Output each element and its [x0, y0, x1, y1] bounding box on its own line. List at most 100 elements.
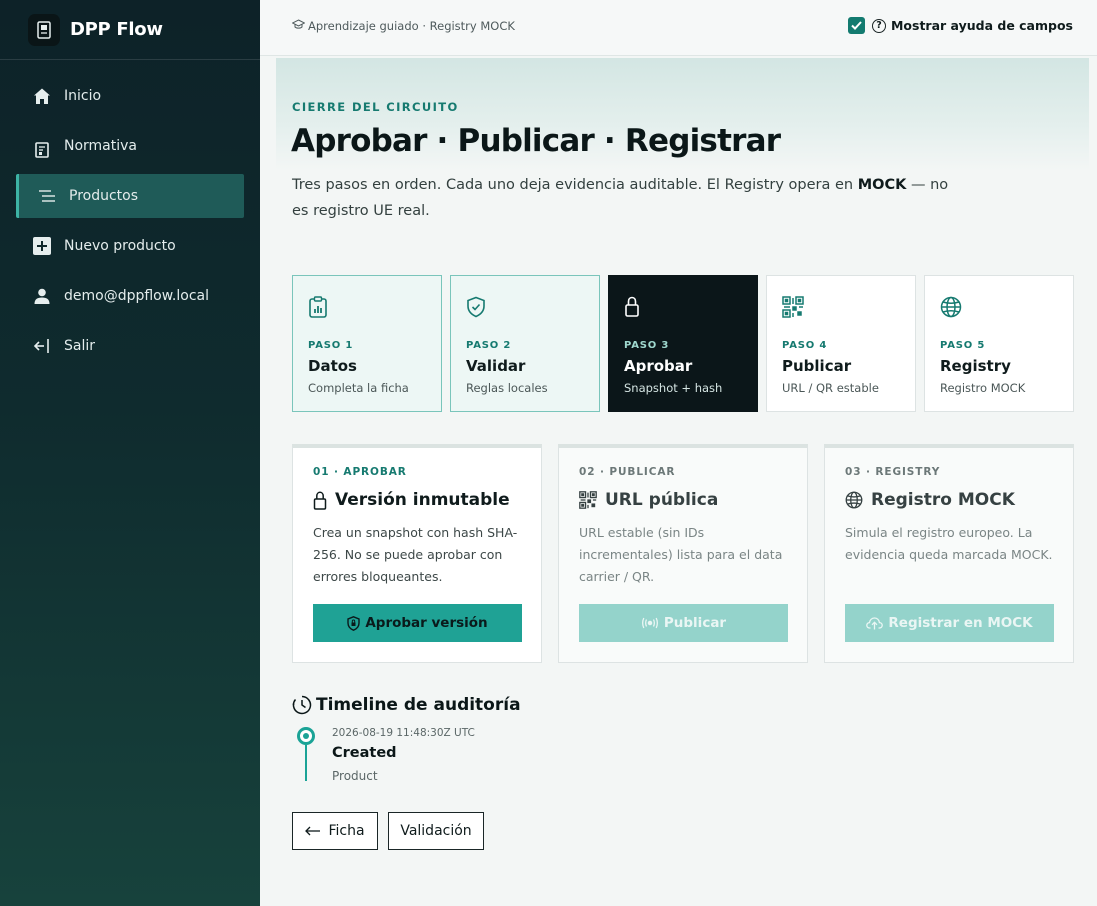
- topbar: Aprendizaje guiado · Registry MOCK ? Mos…: [260, 0, 1097, 56]
- card-title-text: Versión inmutable: [335, 490, 510, 510]
- step-number: PASO 4: [782, 340, 828, 351]
- hero-eyebrow: CIERRE DEL CIRCUITO: [292, 100, 459, 114]
- step-desc: Registro MOCK: [940, 381, 1026, 395]
- timeline-event-name: Created: [332, 745, 397, 761]
- sidebar-item-label: Productos: [69, 188, 139, 204]
- register-mock-button[interactable]: Registrar en MOCK: [845, 604, 1054, 642]
- button-label: Ficha: [328, 823, 365, 839]
- app-name: DPP Flow: [70, 19, 163, 40]
- logout-icon: [32, 336, 52, 356]
- card-kicker: 02 · PUBLICAR: [579, 466, 676, 478]
- step-name: Datos: [308, 357, 357, 375]
- sidebar-item-label: Normativa: [64, 138, 138, 154]
- card-desc: Simula el registro europeo. La evidencia…: [845, 525, 1053, 562]
- step-desc: URL / QR estable: [782, 381, 879, 395]
- hero-lead: Tres pasos en orden. Cada uno deja evide…: [292, 172, 952, 224]
- timeline-event-time: 2026-08-19 11:48:30Z UTC: [332, 727, 475, 739]
- sidebar-item-normativa[interactable]: Normativa: [16, 124, 244, 168]
- page-title: Aprobar · Publicar · Registrar: [291, 123, 781, 159]
- user-icon: [32, 286, 52, 306]
- card-kicker: 03 · REGISTRY: [845, 466, 941, 478]
- timeline-title: Timeline de auditoría: [292, 695, 521, 715]
- sidebar-item-user[interactable]: demo@dppflow.local: [16, 274, 244, 318]
- globe-icon: [940, 294, 1058, 320]
- app-logo-icon: [28, 13, 60, 46]
- sidebar-item-label: Inicio: [64, 88, 102, 104]
- button-label: Validación: [400, 823, 472, 839]
- step-name: Registry: [940, 357, 1011, 375]
- step-name: Aprobar: [624, 357, 693, 375]
- arrow-left-icon: [305, 826, 321, 836]
- step-number: PASO 3: [624, 340, 670, 351]
- question-circle-icon: ?: [871, 18, 886, 33]
- stepper: PASO 1 Datos Completa la ficha PASO 2 Va…: [292, 275, 1074, 412]
- card-title-text: Registro MOCK: [871, 490, 1015, 510]
- timeline-title-text: Timeline de auditoría: [316, 695, 521, 715]
- step-number: PASO 2: [466, 340, 512, 351]
- breadcrumb: Aprendizaje guiado · Registry MOCK: [291, 19, 515, 33]
- sidebar: DPP Flow Inicio Normativa Productos Nuev…: [0, 0, 260, 906]
- card-desc: Crea un snapshot con hash SHA-256. No se…: [313, 525, 518, 584]
- graduation-cap-icon: [291, 19, 306, 33]
- card-aprobar: 01 · APROBAR Versión inmutable Crea un s…: [292, 444, 542, 663]
- button-label: Publicar: [663, 615, 727, 631]
- breadcrumb-text: Aprendizaje guiado · Registry MOCK: [308, 19, 515, 33]
- step-desc: Snapshot + hash: [624, 381, 723, 395]
- approve-version-button[interactable]: Aprobar versión: [313, 604, 522, 642]
- sidebar-item-inicio[interactable]: Inicio: [16, 74, 244, 118]
- lead-text: Tres pasos en orden. Cada uno deja evide…: [292, 177, 858, 193]
- step-validar[interactable]: PASO 2 Validar Reglas locales: [450, 275, 600, 412]
- sidebar-item-salir[interactable]: Salir: [16, 324, 244, 368]
- sidebar-item-nuevo-producto[interactable]: Nuevo producto: [16, 224, 244, 268]
- timeline-line: [305, 745, 307, 781]
- timeline-dot: [297, 727, 315, 745]
- list-icon: [37, 186, 57, 206]
- step-name: Validar: [466, 357, 526, 375]
- sidebar-nav: Inicio Normativa Productos Nuevo product…: [0, 60, 260, 368]
- card-registry: 03 · REGISTRY Registro MOCK Simula el re…: [824, 444, 1074, 663]
- broadcast-icon: [641, 617, 659, 629]
- plus-square-icon: [32, 236, 52, 256]
- publish-button[interactable]: Publicar: [579, 604, 788, 642]
- lock-icon: [624, 294, 742, 320]
- step-publicar[interactable]: PASO 4 Publicar URL / QR estable: [766, 275, 916, 412]
- qr-code-icon: [579, 491, 597, 509]
- card-title-text: URL pública: [605, 490, 719, 510]
- step-datos[interactable]: PASO 1 Datos Completa la ficha: [292, 275, 442, 412]
- validation-button[interactable]: Validación: [388, 812, 484, 850]
- step-desc: Completa la ficha: [308, 381, 409, 395]
- step-number: PASO 1: [308, 340, 354, 351]
- sidebar-item-label: demo@dppflow.local: [64, 288, 209, 304]
- cloud-upload-icon: [866, 616, 884, 630]
- lock-icon: [313, 491, 327, 510]
- help-checkbox[interactable]: [847, 17, 865, 34]
- card-title: Registro MOCK: [845, 490, 1053, 510]
- brand[interactable]: DPP Flow: [0, 0, 260, 60]
- card-title: Versión inmutable: [313, 490, 521, 510]
- lead-bold: MOCK: [857, 177, 907, 193]
- card-kicker: 01 · APROBAR: [313, 466, 407, 478]
- clipboard-chart-icon: [308, 294, 426, 320]
- sidebar-item-label: Nuevo producto: [64, 238, 176, 254]
- sidebar-item-label: Salir: [64, 338, 96, 354]
- help-label: Mostrar ayuda de campos: [890, 18, 1073, 33]
- timeline-event-entity: Product: [332, 769, 378, 783]
- book-icon: [32, 136, 52, 158]
- action-cards: 01 · APROBAR Versión inmutable Crea un s…: [292, 444, 1074, 663]
- back-to-ficha-button[interactable]: Ficha: [292, 812, 378, 850]
- sidebar-item-productos[interactable]: Productos: [16, 174, 244, 218]
- button-label: Registrar en MOCK: [888, 615, 1033, 631]
- home-icon: [32, 86, 52, 106]
- card-publicar: 02 · PUBLICAR URL pública URL estable (s…: [558, 444, 808, 663]
- step-desc: Reglas locales: [466, 381, 548, 395]
- step-number: PASO 5: [940, 340, 986, 351]
- step-aprobar[interactable]: PASO 3 Aprobar Snapshot + hash: [608, 275, 758, 412]
- clock-history-icon: [292, 695, 312, 715]
- step-registry[interactable]: PASO 5 Registry Registro MOCK: [924, 275, 1074, 412]
- globe-icon: [845, 491, 863, 509]
- qr-code-icon: [782, 294, 900, 320]
- help-toggle[interactable]: ? Mostrar ayuda de campos: [847, 17, 1073, 34]
- step-name: Publicar: [782, 357, 852, 375]
- shield-check-icon: [466, 294, 584, 320]
- card-desc: URL estable (sin IDs incrementales) list…: [579, 525, 783, 584]
